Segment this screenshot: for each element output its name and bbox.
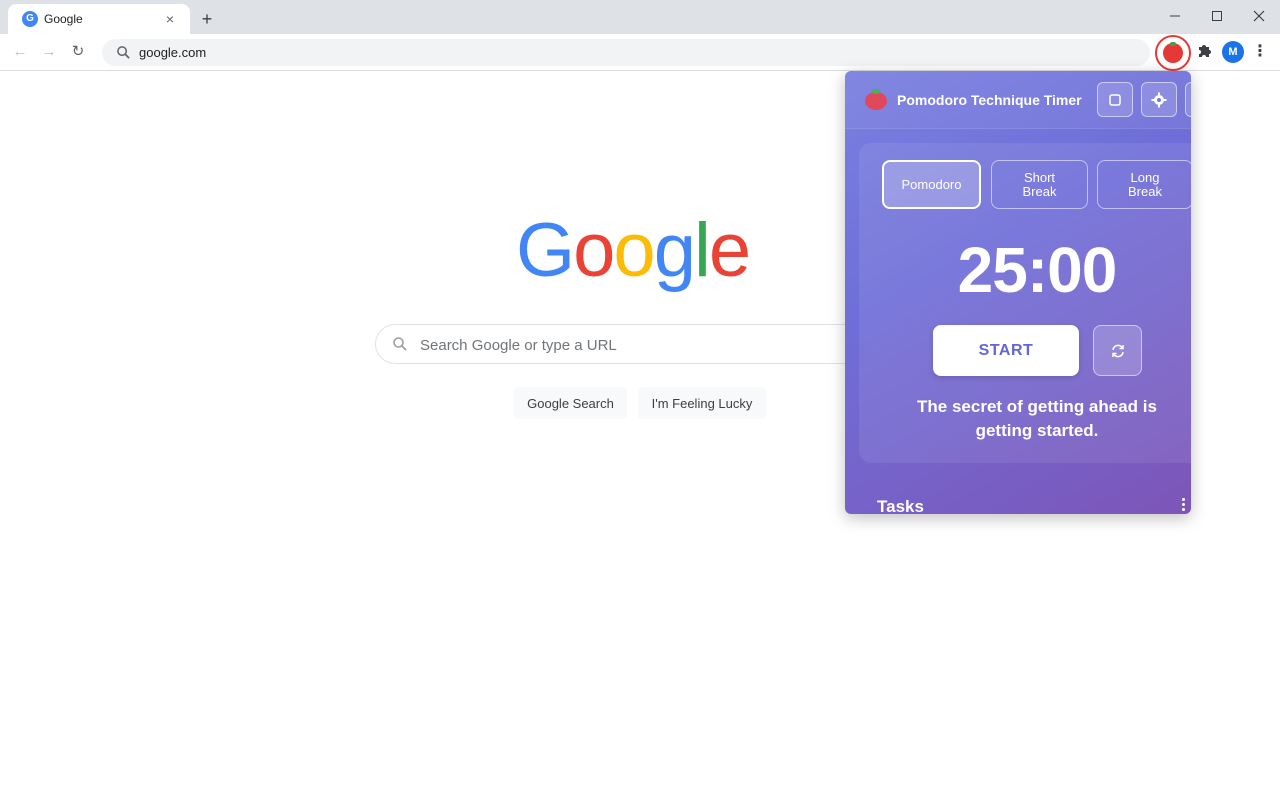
logo-letter: l: [693, 208, 711, 293]
search-icon: [393, 337, 407, 351]
tomato-icon: [1163, 42, 1183, 63]
tomato-logo-icon: [865, 89, 887, 110]
reset-button[interactable]: [1093, 325, 1142, 376]
extensions-puzzle-icon[interactable]: [1196, 41, 1214, 59]
chrome-menu-icon[interactable]: ⋮: [1252, 41, 1268, 63]
close-icon: [1253, 10, 1265, 22]
motivational-quote: The secret of getting ahead is getting s…: [917, 397, 1157, 440]
browser-toolbar: ← → ↻ google.com M ⋮: [0, 34, 1280, 71]
maximize-button[interactable]: [1196, 0, 1238, 34]
search-icon: [117, 46, 130, 59]
address-bar[interactable]: google.com: [102, 39, 1150, 66]
tasks-heading: Tasks: [877, 497, 924, 514]
google-logo: Google: [516, 207, 751, 294]
mode-pomodoro-button[interactable]: Pomodoro: [882, 160, 981, 209]
logo-letter: g: [653, 208, 696, 293]
forward-button[interactable]: →: [37, 40, 61, 64]
reload-button[interactable]: ↻: [66, 40, 90, 64]
timer-card: Pomodoro Short Break Long Break 25:00 ST…: [859, 143, 1191, 463]
search-placeholder: Search Google or type a URL: [420, 337, 617, 354]
mode-short-break-button[interactable]: Short Break: [991, 160, 1088, 209]
google-search-input[interactable]: Search Google or type a URL: [375, 324, 915, 364]
popup-header: Pomodoro Technique Timer: [845, 71, 1191, 129]
pomodoro-popup: Pomodoro Technique Timer Pomodoro Short …: [845, 71, 1191, 514]
profile-avatar[interactable]: M: [1222, 41, 1244, 63]
maximize-icon: [1212, 11, 1222, 21]
address-url: google.com: [139, 45, 207, 60]
feeling-lucky-button[interactable]: I'm Feeling Lucky: [638, 387, 766, 419]
minimize-button[interactable]: [1154, 0, 1196, 34]
timer-display: 25:00: [957, 234, 1118, 306]
window-close-button[interactable]: [1238, 0, 1280, 34]
logo-letter: o: [573, 208, 615, 293]
new-tab-button[interactable]: +: [198, 8, 216, 30]
logo-letter: G: [516, 208, 575, 293]
more-header-button[interactable]: [1185, 82, 1191, 117]
fullscreen-button[interactable]: [1097, 82, 1133, 117]
logo-letter: o: [613, 208, 655, 293]
google-search-button[interactable]: Google Search: [514, 387, 627, 419]
tasks-more-icon[interactable]: [1179, 497, 1187, 514]
gear-icon: [1151, 92, 1167, 108]
mode-long-break-button[interactable]: Long Break: [1097, 160, 1191, 209]
square-icon: [1109, 94, 1121, 106]
popup-title: Pomodoro Technique Timer: [897, 92, 1082, 108]
tab-google[interactable]: G Google ×: [8, 4, 190, 34]
tab-close-icon[interactable]: ×: [162, 11, 178, 27]
minimize-icon: [1170, 15, 1180, 17]
tab-title: Google: [44, 12, 83, 26]
back-button[interactable]: ←: [8, 40, 32, 64]
tab-strip: G Google × +: [0, 0, 1280, 34]
pomodoro-extension-button[interactable]: [1155, 35, 1191, 71]
settings-button[interactable]: [1141, 82, 1177, 117]
logo-letter: e: [708, 208, 751, 293]
refresh-icon: [1112, 344, 1124, 358]
google-favicon-icon: G: [22, 11, 38, 27]
start-button[interactable]: START: [933, 325, 1079, 376]
